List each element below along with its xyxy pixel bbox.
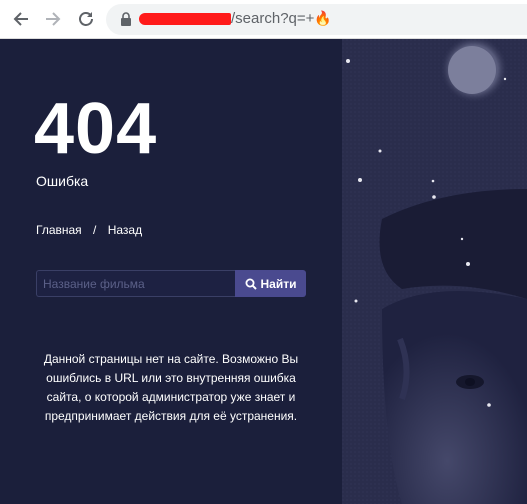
background-image <box>342 39 527 504</box>
reload-icon[interactable] <box>75 8 97 30</box>
error-label: Ошибка <box>36 173 89 189</box>
breadcrumb: Главная / Назад <box>36 223 142 237</box>
search-button[interactable]: Найти <box>235 270 306 297</box>
page-content: 404 Ошибка Главная / Назад Найти Данной … <box>0 39 527 504</box>
fire-emoji: 🔥 <box>314 10 332 26</box>
browser-toolbar: /search?q=+🔥 <box>0 0 527 39</box>
url-path: /search?q=+ <box>231 10 315 27</box>
night-scene-illustration <box>342 39 527 504</box>
breadcrumb-separator: / <box>93 223 97 237</box>
search-button-label: Найти <box>260 276 297 291</box>
breadcrumb-home-link[interactable]: Главная <box>36 223 82 237</box>
error-panel: 404 Ошибка Главная / Назад Найти Данной … <box>0 39 342 504</box>
url-text: /search?q=+🔥 <box>231 10 332 27</box>
breadcrumb-back-link[interactable]: Назад <box>108 223 142 237</box>
back-arrow-icon[interactable] <box>10 8 32 30</box>
lock-icon <box>120 12 132 26</box>
redacted-domain <box>139 13 231 25</box>
error-code: 404 <box>34 89 158 169</box>
search-input[interactable] <box>36 270 235 297</box>
error-message: Данной страницы нет на сайте. Возможно В… <box>43 352 299 423</box>
forward-arrow-icon[interactable] <box>42 8 64 30</box>
search-icon <box>245 278 257 290</box>
